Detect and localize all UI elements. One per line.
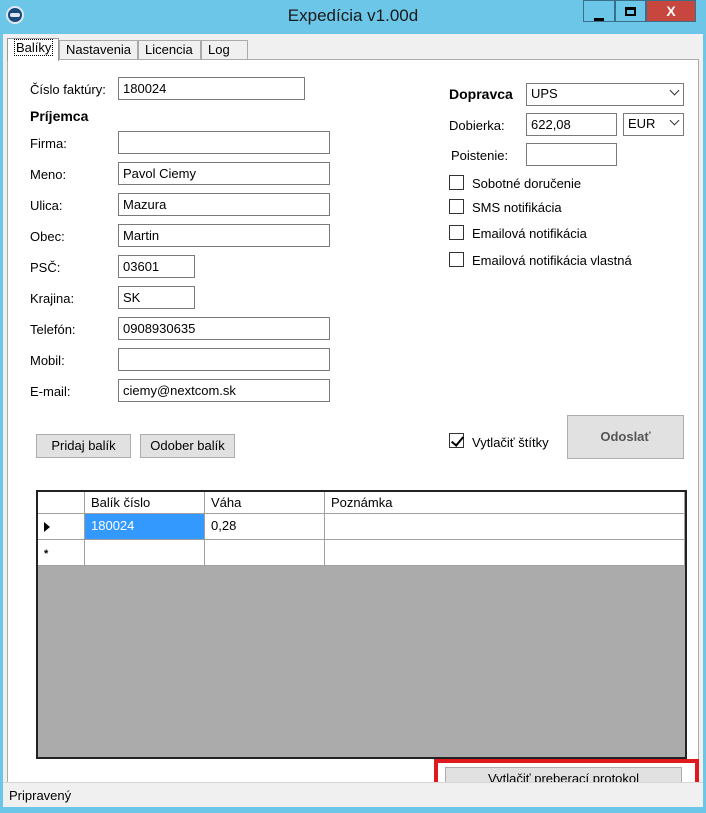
meno-input[interactable]: Pavol Ciemy <box>118 162 330 185</box>
email-label: E-mail: <box>30 384 71 399</box>
tab-nastavenia[interactable]: Nastavenia <box>59 40 138 60</box>
krajina-label: Krajina: <box>30 291 75 306</box>
ulica-input[interactable]: Mazura <box>118 193 330 216</box>
invoice-label: Číslo faktúry: <box>30 82 106 97</box>
grid-header-vaha[interactable]: Váha <box>205 492 325 514</box>
grid-new-cell-poznamka[interactable] <box>325 540 685 566</box>
carrier-value: UPS <box>531 86 558 101</box>
grid-new-cell-vaha[interactable] <box>205 540 325 566</box>
mobil-input[interactable] <box>118 348 330 371</box>
sms-notification-label[interactable]: SMS notifikácia <box>472 200 562 215</box>
grid-cell-vaha[interactable]: 0,28 <box>205 514 325 540</box>
packages-grid[interactable]: Balík číslo Váha Poznámka 180024 0,28 * <box>36 490 687 759</box>
firma-label: Firma: <box>30 136 67 151</box>
new-row-marker: * <box>44 548 49 560</box>
telefon-label: Telefón: <box>30 322 76 337</box>
carrier-select[interactable]: UPS <box>526 83 684 106</box>
psc-input[interactable]: 03601 <box>118 255 195 278</box>
obec-input[interactable]: Martin <box>118 224 330 247</box>
send-button[interactable]: Odoslať <box>567 415 684 459</box>
email-input[interactable]: ciemy@nextcom.sk <box>118 379 330 402</box>
maximize-icon <box>625 7 636 16</box>
tab-licencia[interactable]: Licencia <box>138 40 201 60</box>
tab-log[interactable]: Log <box>201 40 248 60</box>
carrier-label: Dopravca <box>449 86 513 102</box>
status-text: Pripravený <box>9 788 72 803</box>
grid-row-header[interactable] <box>38 514 85 540</box>
chevron-down-icon <box>669 115 680 126</box>
mobil-label: Mobil: <box>30 353 65 368</box>
minimize-button[interactable] <box>583 0 615 22</box>
grid-cell-poznamka[interactable] <box>325 514 685 540</box>
insurance-input[interactable] <box>526 143 617 166</box>
recipient-heading: Príjemca <box>30 108 89 124</box>
custom-email-notification-checkbox[interactable] <box>449 252 464 267</box>
saturday-delivery-checkbox[interactable] <box>449 175 464 190</box>
status-bar: Pripravený <box>3 782 703 807</box>
grid-new-row-header[interactable]: * <box>38 540 85 566</box>
invoice-input[interactable]: 180024 <box>118 77 305 100</box>
title-bar: Expedícia v1.00d X <box>0 0 706 34</box>
currency-value: EUR <box>628 116 656 131</box>
grid-new-cell-cislo[interactable] <box>85 540 205 566</box>
cod-input[interactable]: 622,08 <box>526 113 617 136</box>
print-labels-checkbox[interactable] <box>449 433 464 448</box>
saturday-delivery-label[interactable]: Sobotné doručenie <box>472 176 581 191</box>
minimize-icon <box>594 18 604 21</box>
grid-header-cislo[interactable]: Balík číslo <box>85 492 205 514</box>
tab-panel-baliky: Číslo faktúry: 180024 Príjemca Firma: Me… <box>7 59 699 798</box>
custom-email-notification-label[interactable]: Emailová notifikácia vlastná <box>472 253 632 268</box>
grid-header-poznamka[interactable]: Poznámka <box>325 492 685 514</box>
print-labels-label[interactable]: Vytlačiť štítky <box>472 435 549 450</box>
maximize-button[interactable] <box>615 0 646 22</box>
krajina-input[interactable]: SK <box>118 286 195 309</box>
currency-select[interactable]: EUR <box>623 113 684 136</box>
insurance-label: Poistenie: <box>451 148 509 163</box>
email-notification-checkbox[interactable] <box>449 225 464 240</box>
obec-label: Obec: <box>30 229 65 244</box>
email-notification-label[interactable]: Emailová notifikácia <box>472 226 587 241</box>
grid-cell-cislo[interactable]: 180024 <box>85 514 205 540</box>
telefon-input[interactable]: 0908930635 <box>118 317 330 340</box>
window-client: Balíky Nastavenia Licencia Log Číslo fak… <box>3 34 703 807</box>
tab-baliky-label: Balíky <box>14 39 54 56</box>
sms-notification-checkbox[interactable] <box>449 199 464 214</box>
firma-input[interactable] <box>118 131 330 154</box>
remove-package-button[interactable]: Odober balík <box>140 434 235 458</box>
tab-baliky[interactable]: Balíky <box>7 38 59 61</box>
current-row-icon <box>44 522 50 532</box>
chevron-down-icon <box>669 85 680 96</box>
psc-label: PSČ: <box>30 260 61 275</box>
meno-label: Meno: <box>30 167 67 182</box>
add-package-button[interactable]: Pridaj balík <box>36 434 131 458</box>
cod-label: Dobierka: <box>449 118 505 133</box>
close-button[interactable]: X <box>646 0 696 22</box>
ulica-label: Ulica: <box>30 198 63 213</box>
grid-corner <box>38 492 85 514</box>
